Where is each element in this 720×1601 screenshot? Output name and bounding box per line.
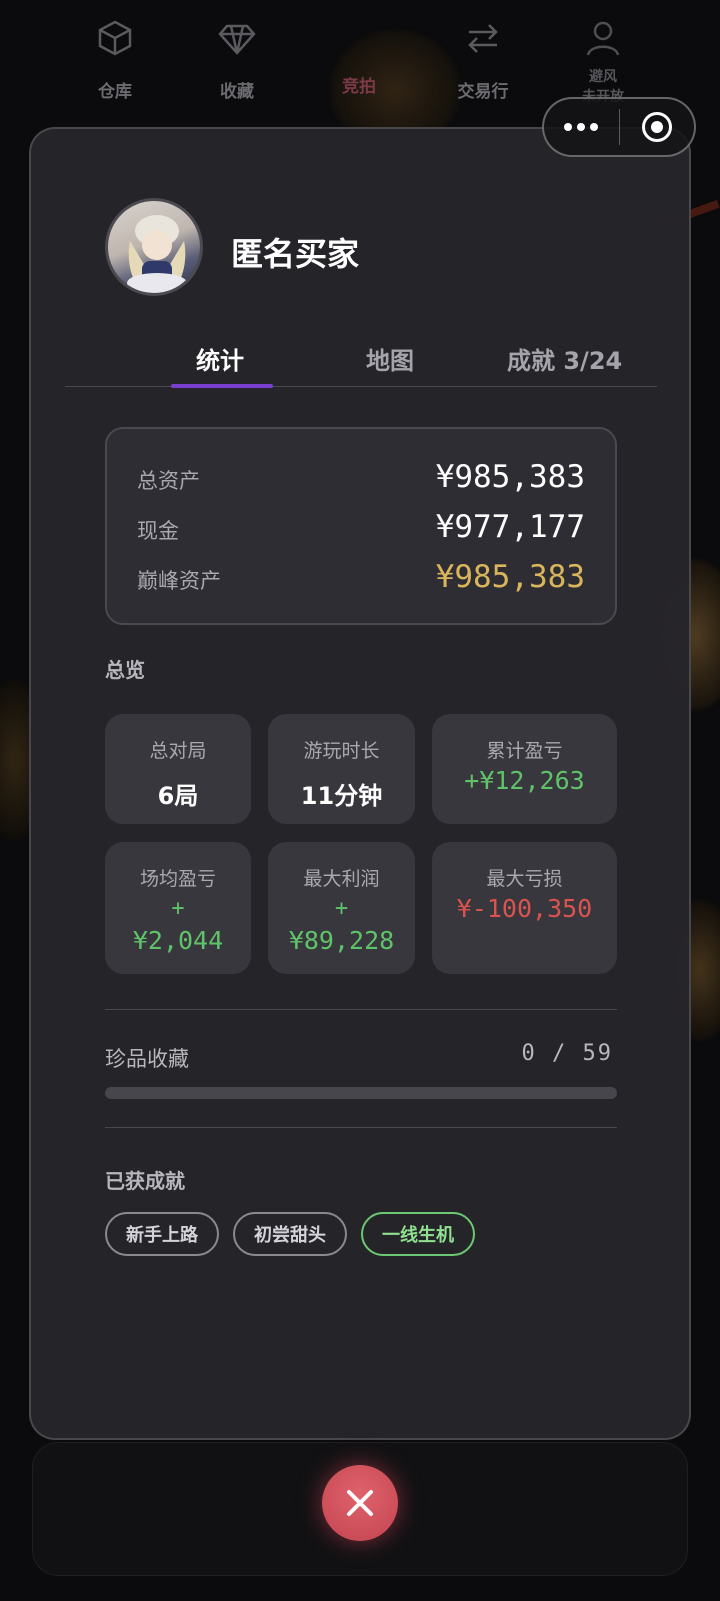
close-button[interactable] <box>322 1465 398 1541</box>
profile-tabs: 统计 地图 成就 3/24 <box>65 331 657 388</box>
diamond-icon <box>218 24 256 55</box>
tab-map[interactable]: 地图 <box>366 341 414 376</box>
tab-auction-label: 竞拍 <box>342 77 376 97</box>
treasure-label: 珍品收藏 <box>105 1047 189 1071</box>
total-assets-label: 总资产 <box>137 469 200 493</box>
total-assets-row: 总资产 ¥985,383 <box>137 459 585 499</box>
max-loss-label: 最大亏损 <box>486 868 563 890</box>
tab-stats[interactable]: 统计 <box>196 341 244 376</box>
stat-card-games: 总对局 6局 <box>105 714 251 824</box>
asset-summary: 总资产 ¥985,383 现金 ¥977,177 巅峰资产 ¥985,383 <box>105 427 617 625</box>
cash-row: 现金 ¥977,177 <box>137 509 585 549</box>
avatar <box>105 198 203 296</box>
total-pnl-label: 累计盈亏 <box>486 740 563 762</box>
box-icon <box>98 20 132 56</box>
active-tab-indicator <box>171 384 273 388</box>
treasure-count: 0 / 59 <box>521 1041 613 1066</box>
avg-pnl-value: ¥2,044 <box>132 926 224 955</box>
username: 匿名买家 <box>231 235 360 273</box>
stat-card-total-pnl: 累计盈亏 +¥12,263 <box>432 714 617 824</box>
stat-card-avg-pnl: 场均盈亏 + ¥2,044 <box>105 842 251 974</box>
peak-assets-label: 巅峰资产 <box>137 569 221 593</box>
tab-collect-label: 收藏 <box>220 82 254 102</box>
tab-auction[interactable]: 竞拍 <box>304 18 414 97</box>
cash-value: ¥977,177 <box>435 509 585 545</box>
avg-pnl-sign: + <box>171 896 185 921</box>
tab-warehouse[interactable]: 仓库 <box>60 18 170 102</box>
peak-assets-row: 巅峰资产 ¥985,383 <box>137 559 585 599</box>
stat-card-playtime: 游玩时长 11分钟 <box>268 714 415 824</box>
stat-card-max-profit: 最大利润 + ¥89,228 <box>268 842 415 974</box>
stat-card-max-loss: 最大亏损 ¥-100,350 <box>432 842 617 974</box>
person-icon <box>586 21 620 56</box>
max-profit-label: 最大利润 <box>303 868 380 890</box>
divider <box>105 1127 617 1128</box>
total-assets-value: ¥985,383 <box>435 459 585 495</box>
achievement-badge: 初尝甜头 <box>233 1212 347 1256</box>
profile-panel: 匿名买家 统计 地图 成就 3/24 总资产 ¥985,383 现金 ¥977,… <box>29 127 691 1440</box>
playtime-value: 11分钟 <box>300 782 383 810</box>
playtime-label: 游玩时长 <box>303 740 380 762</box>
achievement-badge: 新手上路 <box>105 1212 219 1256</box>
games-value: 6局 <box>157 782 199 810</box>
avg-pnl-label: 场均盈亏 <box>139 868 216 890</box>
close-miniprogram-icon[interactable] <box>620 112 695 142</box>
overview-title: 总览 <box>105 658 145 682</box>
tab-agent[interactable]: 避风 未开放 <box>548 18 658 107</box>
cash-label: 现金 <box>137 519 179 543</box>
tab-trade[interactable]: 交易行 <box>428 18 538 102</box>
more-menu-icon[interactable] <box>544 123 619 131</box>
tab-warehouse-label: 仓库 <box>98 82 132 102</box>
tab-trade-label: 交易行 <box>457 82 509 102</box>
achievement-badges: 新手上路 初尝甜头 一线生机 <box>105 1212 475 1256</box>
treasure-progress-bar <box>105 1087 617 1099</box>
games-label: 总对局 <box>149 740 207 762</box>
achievement-badge: 一线生机 <box>361 1212 475 1256</box>
total-pnl-value: +¥12,263 <box>464 766 585 795</box>
achievements-title: 已获成就 <box>105 1169 185 1193</box>
tab-collect[interactable]: 收藏 <box>182 18 292 102</box>
exchange-icon <box>468 24 498 53</box>
miniprogram-capsule <box>542 97 696 157</box>
max-profit-value: ¥89,228 <box>288 926 395 955</box>
tab-achievements[interactable]: 成就 3/24 <box>507 341 622 376</box>
peak-assets-value: ¥985,383 <box>435 559 585 595</box>
close-icon <box>347 1490 373 1516</box>
max-profit-sign: + <box>334 896 349 921</box>
tab-agent-label: 避风 <box>589 69 617 85</box>
divider <box>105 1009 617 1010</box>
max-loss-value: ¥-100,350 <box>456 894 593 923</box>
